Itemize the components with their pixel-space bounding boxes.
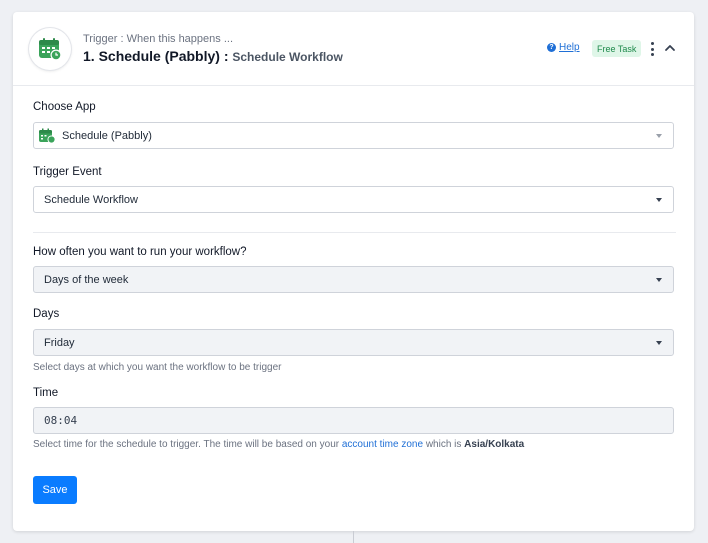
step-title: 1. Schedule (Pabbly) : Schedule Workflow: [83, 48, 343, 64]
days-hint: Select days at which you want the workfl…: [33, 362, 282, 373]
time-hint-middle: which is: [423, 439, 465, 450]
time-zone-value: Asia/Kolkata: [464, 439, 525, 450]
step-header[interactable]: Trigger : When this happens ... 1. Sched…: [13, 12, 694, 86]
save-button[interactable]: Save: [33, 476, 77, 504]
chevron-down-icon: [656, 341, 662, 345]
trigger-event-label: Trigger Event: [33, 166, 102, 178]
schedule-app-icon: [39, 128, 56, 144]
days-value: Friday: [44, 336, 75, 349]
frequency-label: How often you want to run your workflow?: [33, 246, 247, 258]
time-hint: Select time for the schedule to trigger.…: [33, 439, 524, 450]
days-select[interactable]: Friday: [33, 329, 674, 356]
calendar-clock-icon: [39, 38, 62, 61]
free-task-badge: Free Task: [592, 40, 642, 57]
frequency-select[interactable]: Days of the week: [33, 266, 674, 293]
help-label: Help: [559, 42, 580, 53]
frequency-value: Days of the week: [44, 273, 129, 286]
trigger-event-select[interactable]: Schedule Workflow: [33, 186, 674, 213]
time-input[interactable]: 08:04: [33, 407, 674, 434]
chevron-down-icon: [656, 198, 662, 202]
trigger-event-value: Schedule Workflow: [44, 193, 138, 206]
more-options-icon[interactable]: [649, 42, 655, 56]
section-divider: [33, 232, 676, 233]
days-label: Days: [33, 308, 60, 320]
step-title-app: 1. Schedule (Pabbly) :: [83, 48, 233, 64]
time-hint-prefix: Select time for the schedule to trigger.…: [33, 439, 342, 450]
account-time-zone-link[interactable]: account time zone: [342, 439, 423, 450]
chevron-up-icon[interactable]: [664, 42, 676, 54]
step-subtitle: Trigger : When this happens ...: [83, 33, 233, 45]
trigger-step-card: Trigger : When this happens ... 1. Sched…: [13, 12, 694, 531]
help-link[interactable]: ? Help: [547, 42, 580, 53]
chevron-down-icon: [656, 278, 662, 282]
choose-app-label: Choose App: [33, 101, 96, 113]
choose-app-value: Schedule (Pabbly): [62, 129, 152, 142]
choose-app-select[interactable]: Schedule (Pabbly): [33, 122, 674, 149]
chevron-down-icon: [656, 134, 662, 138]
step-connector-line: [353, 531, 354, 543]
step-title-event: Schedule Workflow: [232, 50, 343, 64]
time-label: Time: [33, 387, 59, 399]
app-icon-badge: [29, 28, 71, 70]
help-icon: ?: [547, 43, 556, 52]
